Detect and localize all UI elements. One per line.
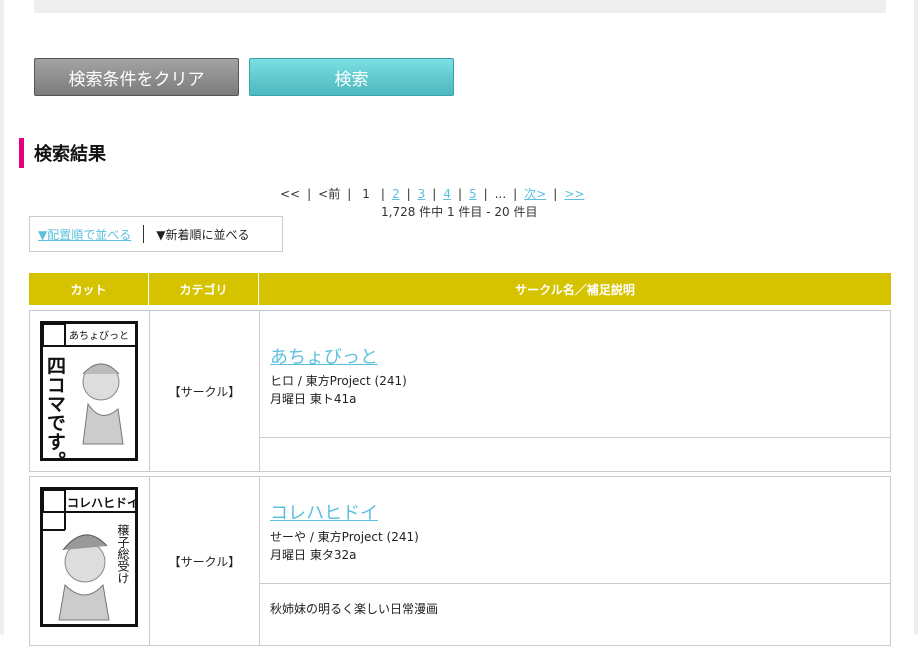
pager-separator: | (553, 186, 558, 201)
pager-page-link[interactable]: 5 (469, 187, 477, 201)
search-button[interactable]: 検索 (249, 58, 454, 96)
table-row: コレハヒドイ 穣子総受け 【サークル】 コレハヒドイ せーや / 東方Proje… (29, 476, 891, 646)
pager-separator: | (513, 186, 518, 201)
table-row: あちょびっと 四コマです。 【サークル】 あちょびっと ヒロ / 東方Proje… (29, 310, 891, 472)
pager-separator: | (380, 186, 385, 201)
clear-conditions-button[interactable]: 検索条件をクリア (34, 58, 239, 96)
page-frame-left (0, 0, 4, 635)
results-heading: 検索結果 (19, 138, 106, 168)
search-form-panel (34, 0, 886, 13)
circle-cut-image[interactable]: コレハヒドイ 穣子総受け (40, 487, 139, 627)
circle-location: 月曜日 東タ32a (270, 548, 357, 562)
sort-by-newest-label: ▼新着順に並べる (156, 227, 250, 242)
cut-title-text: あちょびっと (69, 330, 129, 342)
pager-separator: | (307, 186, 312, 201)
pager-prev: <前 (318, 187, 341, 201)
column-header-category: カテゴリ (149, 273, 259, 305)
pager-first: << (280, 186, 301, 201)
column-header-name: サークル名／補足説明 (515, 282, 635, 297)
cut-illustration: あちょびっと 四コマです。 (42, 323, 135, 470)
circle-cut-image[interactable]: あちょびっと 四コマです。 (40, 321, 138, 470)
sort-by-layout-link[interactable]: ▼配置順で並べる (38, 226, 131, 243)
pager-next-link[interactable]: 次> (524, 185, 546, 202)
results-table-header: カット カテゴリ サークル名／補足説明 (29, 273, 891, 305)
circle-author-genre: ヒロ / 東方Project (241) (270, 374, 407, 388)
column-header-cut: カット (29, 273, 149, 305)
cut-caption-text: 穣子総受け (116, 524, 130, 584)
pager-ellipsis: ... (494, 186, 507, 201)
pager-current-page: 1 (362, 186, 370, 201)
pager-separator: | (432, 186, 437, 201)
circle-author-genre: せーや / 東方Project (241) (270, 530, 419, 544)
category-cell: 【サークル】 (150, 311, 260, 471)
cut-caption-text: 四コマです。 (44, 356, 66, 458)
circle-name-link[interactable]: あちょびっと (270, 343, 378, 369)
pager-last-link[interactable]: >> (564, 187, 584, 201)
category-cell: 【サークル】 (150, 477, 260, 645)
result-count: 1,728 件中 1 件目 - 20 件目 (381, 205, 538, 219)
cut-illustration: コレハヒドイ 穣子総受け (42, 489, 139, 621)
description-cell (260, 437, 890, 471)
results-heading-text: 検索結果 (34, 144, 106, 165)
sort-divider (143, 225, 145, 243)
heading-accent-bar (19, 138, 24, 168)
pager-separator: | (483, 186, 488, 201)
description-cell: 秋姉妹の明るく楽しい日常漫画 (260, 583, 890, 645)
pager-page-link[interactable]: 3 (418, 187, 426, 201)
cut-title-text: コレハヒドイ (67, 496, 135, 510)
pager-separator: | (457, 186, 463, 201)
pagination: << | <前 | 1 | 2 | 3 | 4 | 5 | ... | 次> |… (280, 185, 584, 202)
cut-cell: あちょびっと 四コマです。 (30, 311, 150, 471)
circle-description: 秋姉妹の明るく楽しい日常漫画 (270, 602, 439, 616)
pager-separator: | (406, 186, 411, 201)
pager-page-link[interactable]: 2 (392, 187, 400, 201)
pager-separator: | (347, 186, 352, 201)
circle-location: 月曜日 東ト41a (270, 392, 357, 406)
circle-name-link[interactable]: コレハヒドイ (270, 499, 378, 525)
sort-options: ▼配置順で並べる ▼新着順に並べる (29, 216, 283, 252)
cut-cell: コレハヒドイ 穣子総受け (30, 477, 150, 645)
pager-page-link[interactable]: 4 (443, 187, 451, 201)
page-frame-right (914, 0, 918, 635)
